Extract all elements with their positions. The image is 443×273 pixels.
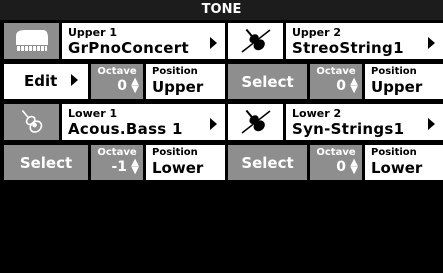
chevron-right-icon: [210, 118, 217, 130]
lower2-octave-stepper[interactable]: Octave 0 ▲ ▼: [310, 145, 362, 180]
up-down-icon: ▲ ▼: [350, 76, 358, 95]
guitar-icon: [21, 109, 42, 133]
lower2-tone-selector[interactable]: Lower 2 Syn-Strings1: [286, 104, 443, 140]
lower2-part-label: Lower 2: [292, 107, 342, 120]
lower2-icon-tile[interactable]: [228, 104, 283, 140]
upper2-select-button[interactable]: Select: [228, 64, 307, 99]
screen-title: TONE: [0, 0, 443, 20]
chevron-right-icon: [428, 37, 435, 49]
violin-icon: [241, 109, 270, 134]
lower1-tone-name: Acous.Bass 1: [68, 120, 183, 138]
lower1-position-value: Lower: [152, 159, 204, 177]
lower1-part-label: Lower 1: [68, 107, 118, 120]
upper2-position[interactable]: Position Upper: [365, 64, 443, 99]
lower1-icon-tile[interactable]: [4, 104, 59, 140]
edit-button-label: Edit: [24, 72, 58, 90]
lower1-position[interactable]: Position Lower: [146, 145, 225, 180]
position-label: Position: [371, 66, 417, 77]
upper1-tone-selector[interactable]: Upper 1 GrPnoConcert: [62, 23, 225, 59]
position-label: Position: [152, 66, 198, 77]
upper2-tone-name: StreoString1: [292, 39, 404, 57]
piano-icon: [15, 30, 48, 52]
lower1-tone-selector[interactable]: Lower 1 Acous.Bass 1: [62, 104, 225, 140]
position-label: Position: [152, 147, 198, 158]
lower1-octave-value: -1: [111, 159, 127, 175]
upper2-icon-tile[interactable]: [228, 23, 283, 59]
upper1-octave-value: 0: [117, 78, 127, 94]
upper1-octave-stepper[interactable]: Octave 0 ▲ ▼: [91, 64, 143, 99]
upper1-position-value: Upper: [152, 78, 204, 96]
lower1-select-button[interactable]: Select: [4, 145, 88, 180]
chevron-right-icon: [71, 74, 78, 86]
upper1-tone-name: GrPnoConcert: [68, 39, 189, 57]
chevron-right-icon: [428, 118, 435, 130]
lower2-octave-value: 0: [336, 159, 346, 175]
up-down-icon: ▲ ▼: [131, 157, 139, 176]
lower1-octave-stepper[interactable]: Octave -1 ▲ ▼: [91, 145, 143, 180]
lower2-position[interactable]: Position Lower: [365, 145, 443, 180]
upper1-edit-button[interactable]: Edit: [4, 64, 88, 99]
upper1-icon-tile[interactable]: [4, 23, 59, 59]
violin-icon: [241, 28, 270, 53]
upper2-tone-selector[interactable]: Upper 2 StreoString1: [286, 23, 443, 59]
position-label: Position: [371, 147, 417, 158]
lower2-position-value: Lower: [371, 159, 423, 177]
upper1-position[interactable]: Position Upper: [146, 64, 225, 99]
up-down-icon: ▲ ▼: [350, 157, 358, 176]
upper2-octave-stepper[interactable]: Octave 0 ▲ ▼: [310, 64, 362, 99]
chevron-right-icon: [210, 37, 217, 49]
lower2-tone-name: Syn-Strings1: [292, 120, 405, 138]
upper1-part-label: Upper 1: [68, 26, 118, 39]
upper2-part-label: Upper 2: [292, 26, 342, 39]
lower2-select-button[interactable]: Select: [228, 145, 307, 180]
up-down-icon: ▲ ▼: [131, 76, 139, 95]
upper2-octave-value: 0: [336, 78, 346, 94]
upper2-position-value: Upper: [371, 78, 423, 96]
